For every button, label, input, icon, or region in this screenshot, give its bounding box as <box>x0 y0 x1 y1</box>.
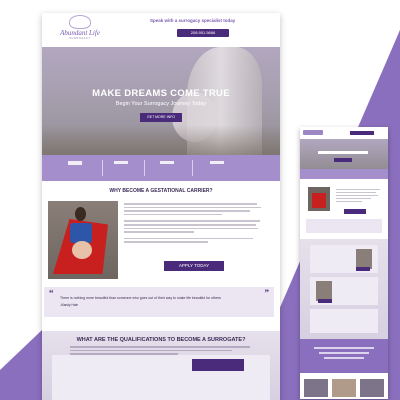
hero-subtitle: Begin Your Surrogacy Journey Today <box>115 101 207 107</box>
band-divider <box>192 160 193 176</box>
why-section-title: WHY BECOME A GESTATIONAL CARRIER? <box>109 188 213 194</box>
mobile-hero-button[interactable] <box>334 158 352 162</box>
quote-text: There is nothing more beautiful than som… <box>60 296 221 300</box>
band-item-1[interactable] <box>60 161 90 167</box>
site-header: Abundant Life SURROGACY Speak with a sur… <box>42 13 280 47</box>
band-item-3[interactable] <box>152 161 182 166</box>
mobile-surrogate-photo <box>308 187 330 211</box>
mobile-header <box>300 127 388 139</box>
band-divider <box>144 160 145 176</box>
why-body-text <box>124 203 264 245</box>
hero-image-field <box>42 125 280 155</box>
quote-author: -Mandy Hale <box>60 303 79 307</box>
photo-shirt <box>70 223 92 243</box>
mobile-qual-card <box>310 277 378 305</box>
close-quote-icon: ” <box>264 288 270 298</box>
logo-flower-icon <box>69 15 91 29</box>
mobile-phone-button[interactable] <box>350 131 374 135</box>
mobile-band <box>300 169 388 179</box>
mockup-stage: Abundant Life SURROGACY Speak with a sur… <box>0 0 400 400</box>
qualifications-section: WHAT ARE THE QUALIFICATIONS TO BECOME A … <box>42 331 280 400</box>
photo-belly <box>72 241 92 259</box>
mobile-why-text <box>336 189 380 204</box>
mobile-hero-title <box>318 151 368 154</box>
mobile-why-section <box>300 179 388 239</box>
hero-banner: MAKE DREAMS COME TRUE Begin Your Surroga… <box>42 47 280 155</box>
band-label-block <box>114 161 128 164</box>
header-tagline: Speak with a surrogacy specialist today <box>150 18 236 23</box>
mobile-cta-band <box>300 339 388 373</box>
logo-subtext: SURROGACY <box>69 37 91 40</box>
band-item-2[interactable] <box>108 161 134 166</box>
band-item-4[interactable] <box>202 161 232 166</box>
quote-block: “ ” There is nothing more beautiful than… <box>44 287 274 317</box>
mobile-qualifications <box>300 239 388 339</box>
mobile-page-mockup <box>300 127 388 399</box>
mobile-logo[interactable] <box>303 130 323 135</box>
logo-text: Abundant Life <box>60 29 100 37</box>
mobile-qual-button[interactable] <box>318 299 332 303</box>
qualifications-image <box>192 359 244 371</box>
mobile-qual-card <box>310 245 378 273</box>
desktop-page-mockup: Abundant Life SURROGACY Speak with a sur… <box>42 13 280 400</box>
photo-head <box>75 207 86 221</box>
open-quote-icon: “ <box>49 288 54 298</box>
mobile-hero <box>300 139 388 169</box>
mobile-thumb[interactable] <box>360 379 384 397</box>
mobile-qual-card <box>310 309 378 333</box>
get-more-info-button[interactable]: GET MORE INFO <box>140 113 182 122</box>
qualifications-title: WHAT ARE THE QUALIFICATIONS TO BECOME A … <box>76 337 246 343</box>
band-label-block <box>160 161 174 164</box>
hero-title: MAKE DREAMS COME TRUE <box>92 88 230 99</box>
why-section: WHY BECOME A GESTATIONAL CARRIER? APPLY … <box>42 181 280 331</box>
mobile-qual-photo <box>356 249 372 269</box>
features-band <box>42 155 280 181</box>
apply-today-button[interactable]: APPLY TODAY <box>164 261 224 271</box>
superhero-surrogate-photo <box>48 201 118 279</box>
phone-button[interactable]: 208.951.5666 <box>177 29 229 37</box>
mobile-thumb[interactable] <box>304 379 328 397</box>
mobile-qual-photo <box>316 281 332 301</box>
mobile-quote-block <box>306 219 382 233</box>
band-label-block <box>210 161 224 164</box>
mobile-thumb[interactable] <box>332 379 356 397</box>
site-logo[interactable]: Abundant Life SURROGACY <box>48 15 112 40</box>
mobile-qual-button[interactable] <box>356 267 370 271</box>
band-divider <box>102 160 103 176</box>
mobile-apply-button[interactable] <box>344 209 366 214</box>
mobile-footer-gallery <box>300 373 388 399</box>
band-label-block <box>68 161 82 165</box>
